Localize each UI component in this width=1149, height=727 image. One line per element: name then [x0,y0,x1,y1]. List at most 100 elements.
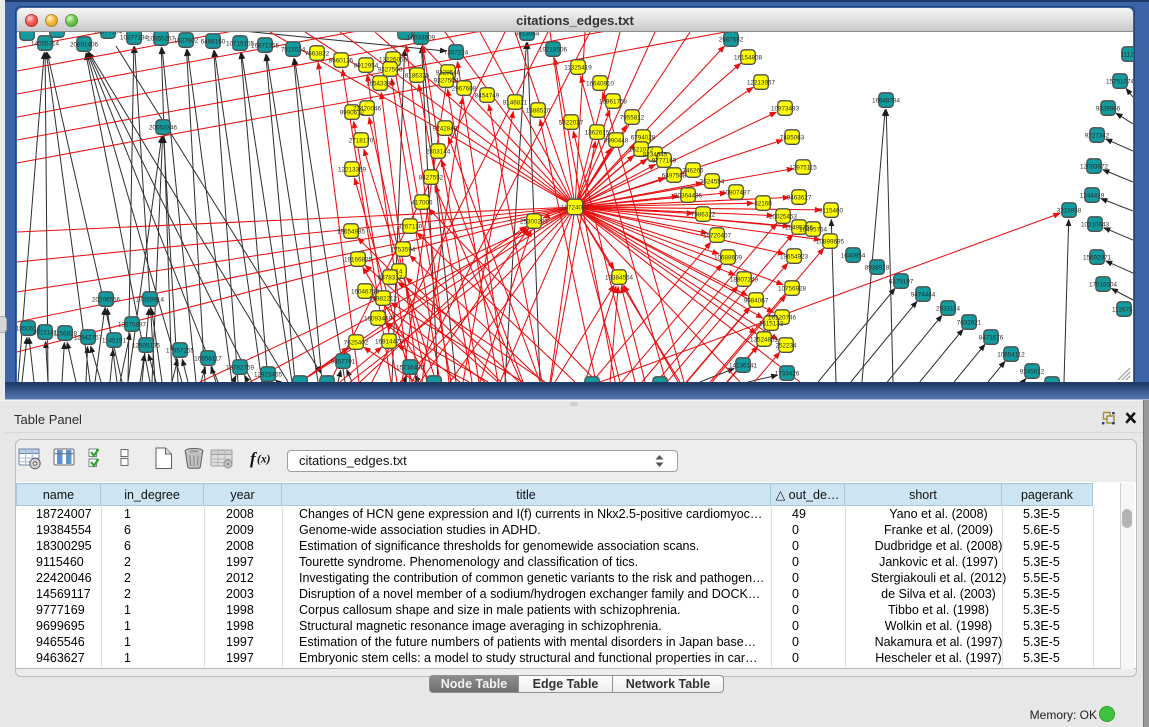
svg-text:8912954: 8912954 [354,63,379,70]
svg-text:9227342: 9227342 [1085,133,1110,140]
svg-text:16154808: 16154808 [734,55,763,62]
svg-text:10899695: 10899695 [816,239,845,246]
svg-text:12942757: 12942757 [74,335,103,342]
svg-text:9777169: 9777169 [652,158,677,165]
svg-text:7663822: 7663822 [305,51,330,58]
svg-text:9329966: 9329966 [1096,106,1121,113]
svg-text:20364436: 20364436 [674,193,703,200]
svg-text:19166825: 19166825 [344,257,373,264]
svg-text:2933114: 2933114 [936,306,961,313]
svg-text:7485063: 7485063 [780,135,805,142]
svg-text:6794028: 6794028 [631,135,656,142]
svg-text:12505135: 12505135 [132,343,161,350]
svg-text:10377194: 10377194 [94,32,123,36]
svg-text:1753594: 1753594 [391,247,416,254]
svg-text:10973493: 10973493 [771,106,800,113]
svg-text:19384554: 19384554 [605,275,634,282]
svg-text:17957255: 17957255 [166,348,195,355]
svg-text:15720407: 15720407 [703,233,732,240]
svg-text:12213967: 12213967 [747,80,776,87]
svg-text:1126753: 1126753 [1112,307,1133,314]
svg-text:5322037: 5322037 [559,120,584,127]
svg-text:9990612: 9990612 [340,110,365,117]
svg-text:13524851: 13524851 [750,337,779,344]
svg-text:9115460: 9115460 [819,208,844,215]
svg-text:2687682: 2687682 [719,37,744,44]
svg-text:10807487: 10807487 [722,190,751,197]
svg-text:20691406: 20691406 [70,42,99,49]
svg-text:1733426: 1733426 [775,371,800,378]
svg-text:9463627: 9463627 [787,195,812,202]
svg-text:15716485: 15716485 [396,365,425,372]
svg-text:2967608: 2967608 [452,86,477,93]
svg-text:16671355: 16671355 [251,43,280,50]
svg-text:7357224: 7357224 [444,50,469,57]
svg-text:3215958: 3215958 [1057,208,1082,215]
svg-text:10756928: 10756928 [778,286,807,293]
svg-text:1588520: 1588520 [526,108,551,115]
svg-text:3267130: 3267130 [398,224,423,231]
svg-text:9242848: 9242848 [433,126,458,133]
svg-text:15751074: 15751074 [1106,79,1133,86]
svg-text:8660125: 8660125 [329,58,354,65]
svg-text:8878317: 8878317 [378,275,403,282]
svg-text:16033809: 16033809 [407,35,436,42]
svg-text:16958117: 16958117 [194,356,222,363]
svg-text:7955812: 7955812 [620,115,645,122]
svg-text:14136141: 14136141 [729,363,758,370]
svg-text:16093459: 16093459 [364,316,393,323]
svg-text:19654985: 19654985 [337,229,366,236]
svg-text:16782759: 16782759 [226,365,255,372]
svg-text:8427552: 8427552 [419,175,444,182]
svg-text:9327508: 9327508 [434,78,459,85]
svg-text:2803144: 2803144 [426,149,451,156]
svg-text:1244419: 1244419 [1080,193,1105,200]
svg-text:17016504: 17016504 [1089,282,1118,289]
svg-text:20053346: 20053346 [149,125,178,132]
svg-text:16046745: 16046745 [351,289,380,296]
svg-text:417006: 417006 [411,200,433,207]
svg-text:12093872: 12093872 [1080,164,1109,171]
svg-text:16914479: 16914479 [375,339,404,346]
svg-text:8938918: 8938918 [865,265,890,272]
svg-text:7515524: 7515524 [281,47,306,54]
svg-text:18724007: 18724007 [561,205,590,212]
svg-text:8813054: 8813054 [515,32,540,38]
svg-text:9474444: 9474444 [911,292,936,299]
svg-text:9327500: 9327500 [378,67,403,74]
svg-text:9146821: 9146821 [503,100,528,107]
svg-text:(x): (x) [257,454,271,466]
svg-text:17359914: 17359914 [136,297,165,304]
svg-text:6379197: 6379197 [889,279,914,286]
svg-text:2718170: 2718170 [349,138,374,145]
svg-text:16543382: 16543382 [366,81,395,88]
svg-text:15692971: 15692971 [1083,255,1112,262]
svg-text:1640954: 1640954 [841,253,866,260]
svg-text:8471676: 8471676 [979,335,1004,342]
svg-text:11325419: 11325419 [564,65,592,72]
svg-text:10654112: 10654112 [997,352,1025,359]
svg-text:11128: 11128 [1121,52,1133,59]
svg-text:1145191: 1145191 [102,338,127,345]
svg-text:7632621: 7632621 [957,320,982,327]
svg-text:12975115: 12975115 [789,165,817,172]
svg-text:13226058: 13226058 [379,57,408,64]
svg-text:10210643: 10210643 [1081,222,1110,229]
svg-text:9084067: 9084067 [744,298,769,305]
svg-text:10688609: 10688609 [714,255,743,262]
svg-text:3624554: 3624554 [700,179,725,186]
svg-text:62160: 62160 [754,201,772,208]
svg-text:7986322: 7986322 [691,212,716,219]
svg-text:8186325: 8186325 [405,73,430,80]
svg-text:8454749: 8454749 [475,93,500,100]
svg-text:18807249: 18807249 [730,277,759,284]
svg-text:1362615: 1362615 [585,130,610,137]
svg-text:19218506: 19218506 [539,47,568,54]
svg-text:16640910: 16640910 [586,81,615,88]
svg-text:252234: 252234 [775,343,797,350]
svg-text:16495764: 16495764 [799,227,828,234]
svg-text:13975887: 13975887 [118,322,147,329]
svg-text:16648784: 16648784 [872,98,901,105]
svg-text:8990448: 8990448 [604,138,629,145]
svg-text:10025453: 10025453 [769,214,798,221]
